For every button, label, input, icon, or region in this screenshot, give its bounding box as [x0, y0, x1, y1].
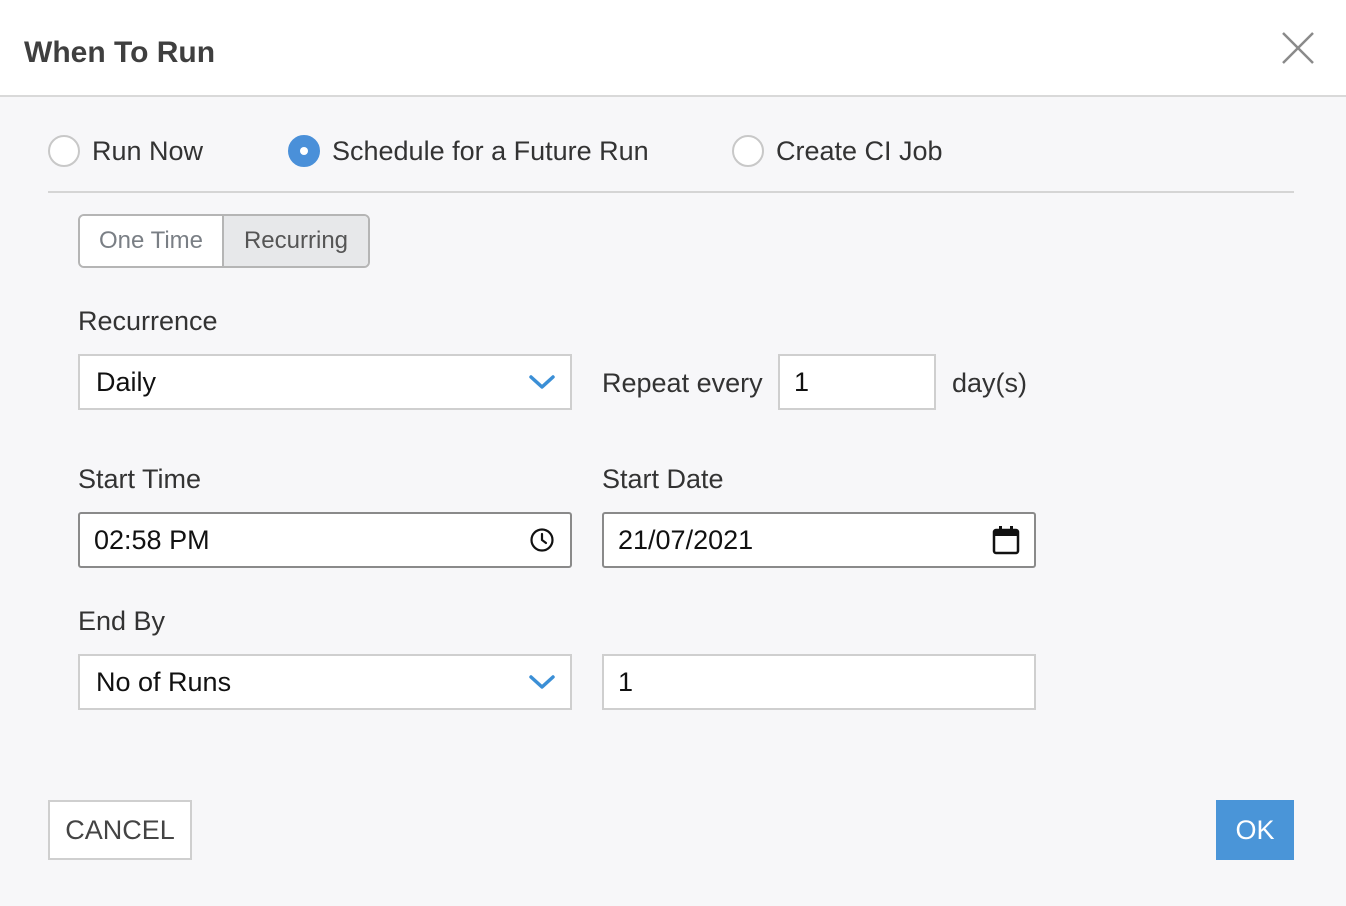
start-date-label: Start Date — [602, 464, 724, 494]
cancel-button[interactable]: CANCEL — [48, 800, 192, 860]
close-button[interactable] — [1278, 28, 1318, 68]
repeat-every-value: 1 — [794, 366, 810, 397]
radio-label: Run Now — [92, 136, 204, 166]
recurrence-value: Daily — [96, 366, 157, 397]
repeat-unit-label: day(s) — [952, 368, 1028, 398]
run-count-value: 1 — [618, 666, 634, 697]
run-mode-group: Run Now Schedule for a Future Run Create… — [0, 132, 1346, 170]
start-time-input[interactable]: 02:58 PM — [78, 512, 572, 568]
dialog-header: When To Run — [0, 0, 1346, 97]
radio-button[interactable] — [288, 135, 320, 167]
divider — [48, 191, 1294, 193]
repeat-every-input[interactable]: 1 — [778, 354, 936, 410]
radio-button[interactable] — [732, 135, 764, 167]
radio-label: Schedule for a Future Run — [332, 136, 649, 166]
start-time-label: Start Time — [78, 464, 202, 494]
end-by-value: No of Runs — [96, 666, 232, 697]
end-by-select[interactable]: No of Runs — [78, 654, 572, 710]
schedule-type-toggle: One Time Recurring — [78, 214, 370, 268]
recurrence-select[interactable]: Daily — [78, 354, 572, 410]
start-date-input[interactable]: 21/07/2021 — [602, 512, 1036, 568]
close-icon — [1282, 32, 1314, 64]
dialog-title: When To Run — [24, 36, 216, 69]
chevron-down-icon — [514, 656, 570, 708]
repeat-every-label: Repeat every — [602, 368, 763, 398]
end-by-label: End By — [78, 606, 166, 636]
run-count-input[interactable]: 1 — [602, 654, 1036, 710]
one-time-button[interactable]: One Time — [80, 216, 224, 266]
radio-label: Create CI Job — [776, 136, 943, 166]
clock-icon[interactable] — [514, 514, 570, 566]
calendar-icon[interactable] — [978, 514, 1034, 566]
radio-schedule-future-run[interactable]: Schedule for a Future Run — [288, 132, 649, 170]
chevron-down-icon — [514, 356, 570, 408]
radio-button[interactable] — [48, 135, 80, 167]
recurrence-label: Recurrence — [78, 306, 218, 336]
start-date-value: 21/07/2021 — [618, 524, 754, 555]
start-time-value: 02:58 PM — [94, 524, 210, 555]
radio-run-now[interactable]: Run Now — [48, 132, 203, 170]
radio-create-ci-job[interactable]: Create CI Job — [732, 132, 943, 170]
recurring-button[interactable]: Recurring — [224, 216, 368, 266]
ok-button[interactable]: OK — [1216, 800, 1294, 860]
